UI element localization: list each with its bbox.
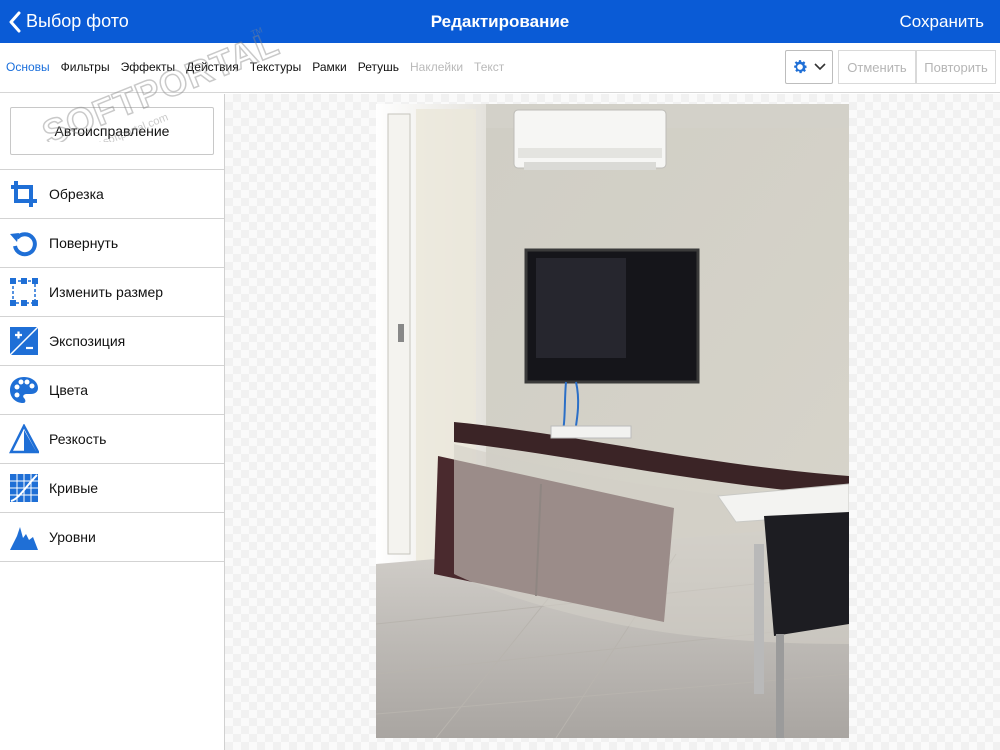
editing-canvas[interactable] (225, 94, 1000, 750)
tool-label: Цвета (49, 382, 88, 398)
chevron-down-icon (814, 63, 826, 71)
top-navigation-bar: Выбор фото Редактирование Сохранить (0, 0, 1000, 43)
settings-dropdown-button[interactable] (785, 50, 833, 84)
tool-label: Экспозиция (49, 333, 126, 349)
back-button-label: Выбор фото (26, 11, 129, 31)
tab-text[interactable]: Текст (474, 60, 504, 74)
tab-stickers[interactable]: Наклейки (410, 60, 463, 74)
tab-effects[interactable]: Эффекты (121, 60, 176, 74)
tool-colors[interactable]: Цвета (0, 366, 224, 415)
tab-textures[interactable]: Текстуры (250, 60, 302, 74)
tool-list: Обрезка Повернуть Изменить размер Экспоз… (0, 169, 224, 562)
undo-button[interactable]: Отменить (838, 50, 916, 84)
category-toolbar: Основы Фильтры Эффекты Действия Текстуры… (0, 43, 1000, 93)
curves-icon (9, 473, 39, 503)
tool-crop[interactable]: Обрезка (0, 170, 224, 219)
tool-label: Обрезка (49, 186, 104, 202)
sharpness-icon (9, 424, 39, 454)
tool-label: Изменить размер (49, 284, 164, 300)
exposure-icon (9, 326, 39, 356)
photo-illustration (376, 104, 849, 738)
tab-frames[interactable]: Рамки (312, 60, 346, 74)
palette-icon (9, 375, 39, 405)
category-tabs: Основы Фильтры Эффекты Действия Текстуры… (6, 43, 515, 91)
levels-icon (9, 522, 39, 552)
chevron-left-icon (9, 11, 21, 32)
resize-icon (9, 277, 39, 307)
tool-label: Повернуть (49, 235, 119, 251)
rotate-icon (9, 228, 39, 258)
tool-resize[interactable]: Изменить размер (0, 268, 224, 317)
tab-actions[interactable]: Действия (186, 60, 239, 74)
gear-icon (794, 60, 808, 74)
page-title: Редактирование (430, 12, 570, 31)
tool-label: Уровни (49, 529, 96, 545)
tool-label: Кривые (49, 480, 99, 496)
tool-sharpness[interactable]: Резкость (0, 415, 224, 464)
room-with-wall-tv-photo[interactable] (376, 104, 849, 738)
tools-sidebar: Автоисправление Обрезка Повернуть Измени… (0, 94, 225, 750)
tool-rotate[interactable]: Повернуть (0, 219, 224, 268)
tool-levels[interactable]: Уровни (0, 513, 224, 562)
back-button[interactable]: Выбор фото (8, 0, 129, 43)
tool-label: Резкость (49, 431, 107, 447)
auto-fix-button[interactable]: Автоисправление (10, 107, 214, 155)
tab-retouch[interactable]: Ретушь (358, 60, 399, 74)
crop-icon (9, 179, 39, 209)
save-button[interactable]: Сохранить (900, 0, 984, 43)
tool-curves[interactable]: Кривые (0, 464, 224, 513)
redo-button[interactable]: Повторить (916, 50, 996, 84)
tool-exposure[interactable]: Экспозиция (0, 317, 224, 366)
tab-filters[interactable]: Фильтры (61, 60, 110, 74)
tab-basics[interactable]: Основы (6, 60, 50, 74)
